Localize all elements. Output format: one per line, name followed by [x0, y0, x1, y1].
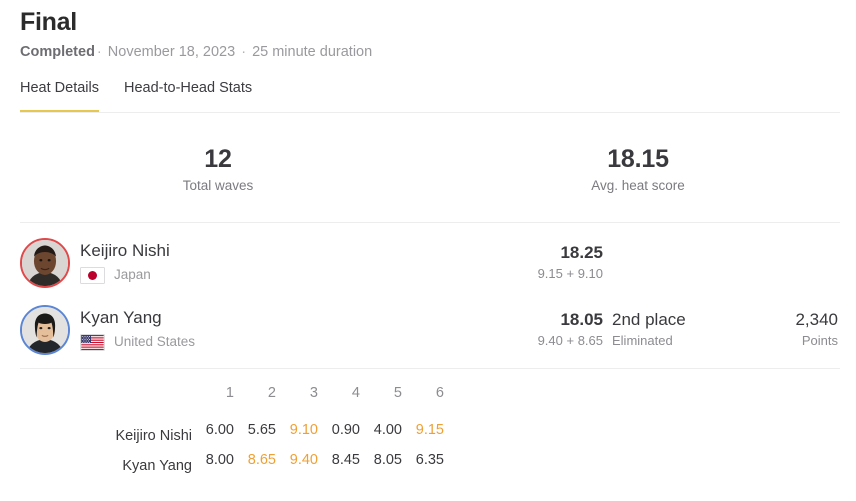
summary-stats: 12 Total waves 18.15 Avg. heat score	[0, 140, 856, 200]
meta-separator-2: ·	[241, 44, 247, 60]
heat-meta-line: Completed · November 18, 2023 · 25 minute…	[20, 42, 372, 62]
wave-score-cell: 9.15	[415, 422, 444, 438]
wave-number-header: 4	[351, 385, 360, 401]
athlete-points-label: Points	[801, 333, 838, 348]
wave-number-header: 1	[225, 385, 234, 401]
stat-total-waves-label: Total waves	[182, 178, 254, 193]
stats-divider	[20, 222, 840, 223]
wave-score-cell: 8.00	[205, 452, 234, 468]
wave-score-cell: 4.00	[373, 422, 402, 438]
meta-separator-1: ·	[96, 44, 102, 60]
page-title: Final	[20, 8, 77, 36]
table-row: Kyan Yang 8.00 8.65 9.40 8.45 8.05 6.35	[0, 451, 444, 481]
stat-avg-heat-score: 18.15 Avg. heat score	[591, 144, 685, 195]
wave-score-cell: 8.05	[373, 452, 402, 468]
athlete-country: Japan	[80, 266, 151, 284]
wave-score-cell: 5.65	[247, 422, 276, 438]
avatar	[20, 305, 70, 355]
wave-table-corner	[0, 384, 192, 421]
wave-score-cell: 0.90	[331, 422, 360, 438]
wave-number-header: 3	[309, 385, 318, 401]
wave-score-cell: 8.65	[247, 452, 276, 468]
tab-bar: Heat Details Head-to-Head Stats	[20, 78, 252, 113]
athlete-points-value: 2,340	[795, 310, 838, 329]
athlete-place-status: Eliminated	[612, 333, 673, 348]
stat-avg-heat-score-value: 18.15	[607, 145, 669, 173]
athlete-name: Kyan Yang	[80, 308, 162, 327]
wave-number-header: 5	[393, 385, 402, 401]
wave-score-table: 1 2 3 4 5 6 Keijiro Nishi 6.00 5.65 9.10…	[0, 384, 444, 481]
heat-details-page: Final Completed · November 18, 2023 · 25 …	[0, 0, 856, 501]
athlete-points: 2,340 Points	[795, 309, 838, 350]
stat-avg-heat-score-label: Avg. heat score	[591, 178, 685, 193]
stat-total-waves: 12 Total waves	[183, 144, 254, 195]
athlete-country: United States	[80, 333, 195, 351]
athlete-heat-score-value: 18.05	[560, 310, 603, 329]
athlete-row[interactable]: Kyan Yang United States 18.05 9.40 + 8.6…	[0, 299, 856, 366]
athlete-heat-score: 18.05 9.40 + 8.65	[538, 309, 603, 350]
athlete-heat-score-breakdown: 9.15 + 9.10	[537, 266, 603, 281]
wave-score-cell: 6.35	[415, 452, 444, 468]
wave-number-header: 2	[267, 385, 276, 401]
wave-score-cell: 9.40	[289, 452, 318, 468]
athlete-heat-score-value: 18.25	[560, 243, 603, 262]
avatar	[20, 238, 70, 288]
wave-row-athlete-name: Keijiro Nishi	[115, 428, 192, 444]
table-row: Keijiro Nishi 6.00 5.65 9.10 0.90 4.00 9…	[0, 421, 444, 451]
heat-date: November 18, 2023	[107, 44, 236, 60]
athlete-name: Keijiro Nishi	[80, 241, 170, 260]
wave-table-header-row: 1 2 3 4 5 6	[0, 384, 444, 421]
page-header: Final Completed · November 18, 2023 · 25 …	[20, 6, 372, 62]
athlete-place: 2nd place Eliminated	[612, 309, 686, 350]
athlete-place-value: 2nd place	[612, 310, 686, 329]
tab-bar-divider	[20, 112, 840, 113]
wave-number-header: 6	[435, 385, 444, 401]
tab-head-to-head-stats[interactable]: Head-to-Head Stats	[124, 78, 252, 113]
wave-table-divider	[20, 368, 840, 369]
tab-heat-details[interactable]: Heat Details	[20, 78, 99, 113]
heat-duration: 25 minute duration	[252, 44, 373, 60]
united-states-flag-icon	[80, 333, 105, 351]
wave-score-cell: 9.10	[289, 422, 318, 438]
japan-flag-icon	[80, 266, 105, 284]
athlete-country-name: Japan	[114, 267, 151, 282]
heat-status: Completed	[20, 44, 95, 60]
athlete-country-name: United States	[114, 334, 196, 349]
stat-total-waves-value: 12	[204, 145, 232, 173]
athlete-heat-score-breakdown: 9.40 + 8.65	[537, 333, 603, 348]
athlete-heat-score: 18.25 9.15 + 9.10	[538, 242, 603, 283]
wave-score-cell: 8.45	[331, 452, 360, 468]
athlete-list: Keijiro Nishi Japan 18.25 9.15 + 9.10 Ky…	[0, 232, 856, 366]
wave-score-cell: 6.00	[205, 422, 234, 438]
wave-row-athlete-name: Kyan Yang	[122, 458, 192, 474]
athlete-row[interactable]: Keijiro Nishi Japan 18.25 9.15 + 9.10	[0, 232, 856, 299]
